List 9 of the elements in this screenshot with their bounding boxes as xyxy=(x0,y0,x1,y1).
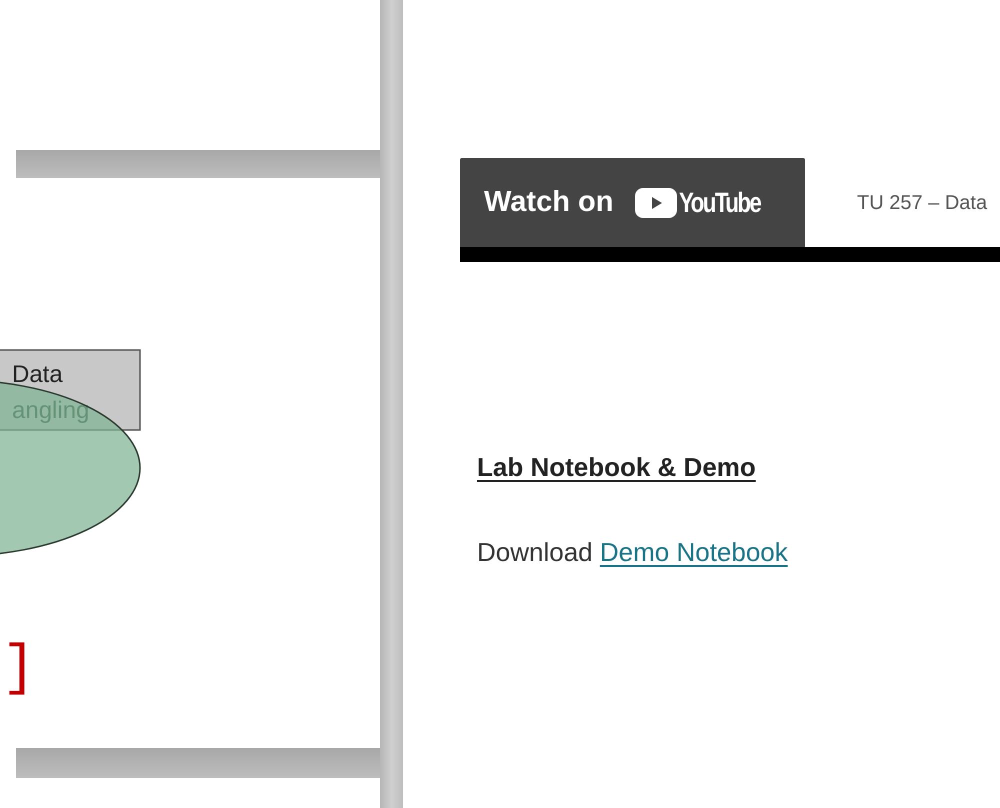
video-title[interactable]: TU 257 – Data xyxy=(857,188,988,218)
box-label: Data xyxy=(12,361,63,388)
brand-wordmark: YouTube xyxy=(679,186,761,220)
bracket-mark: ] xyxy=(2,640,36,696)
section-heading: Lab Notebook & Demo xyxy=(477,451,757,484)
watch-on-youtube-button[interactable]: Watch on YouTube xyxy=(460,158,805,247)
play-icon xyxy=(635,188,678,218)
download-text: Download xyxy=(477,537,593,567)
demo-notebook-link[interactable]: Demo Notebook xyxy=(600,537,788,567)
